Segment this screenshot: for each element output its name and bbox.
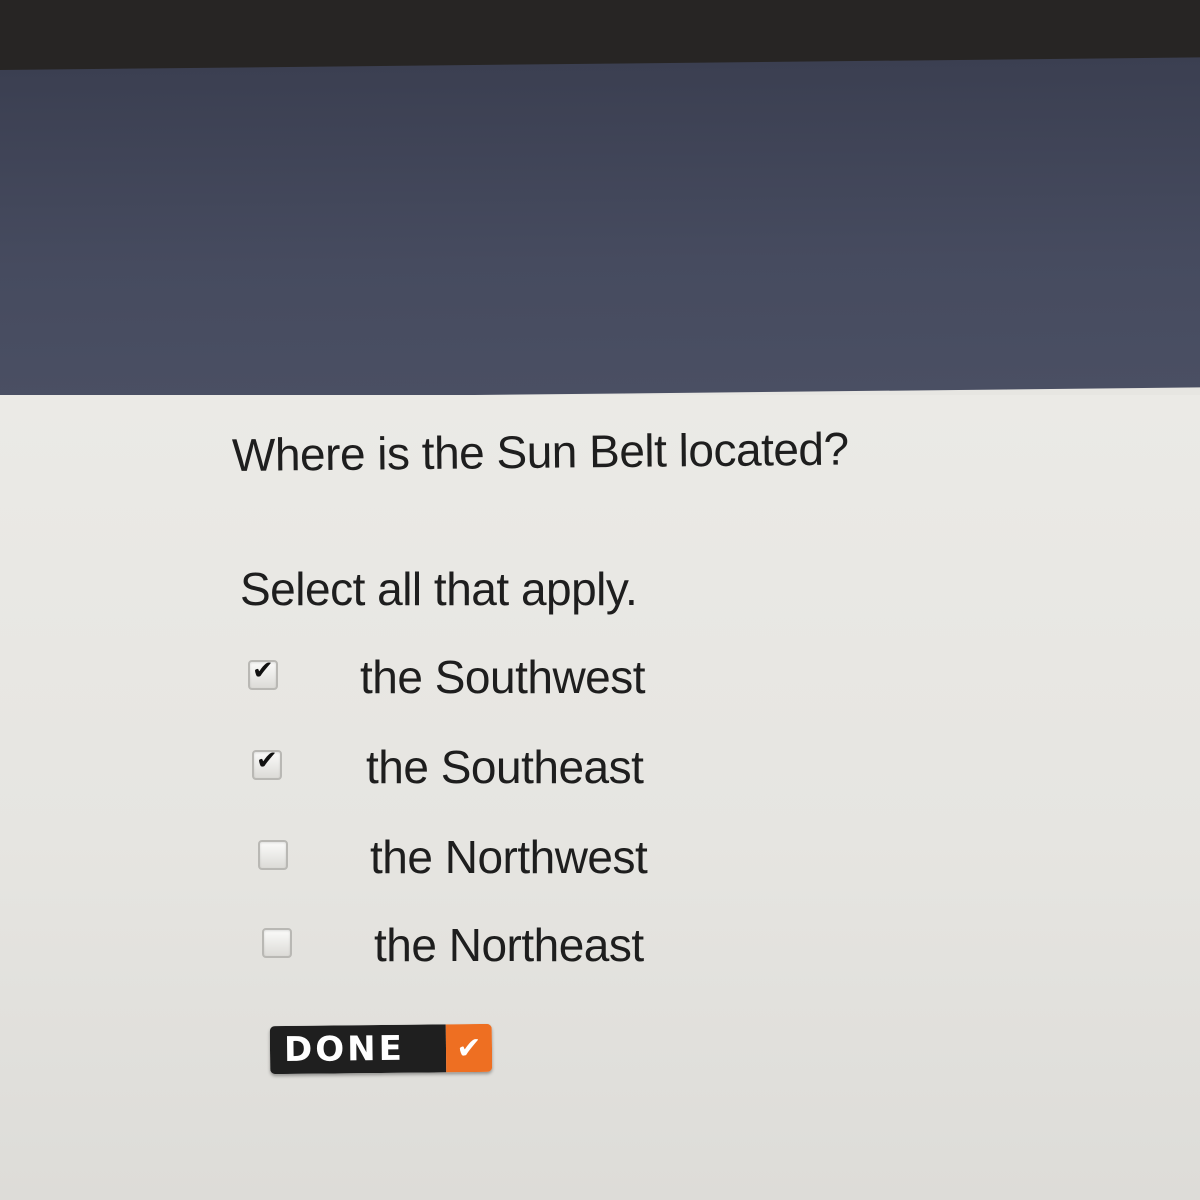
question-panel xyxy=(0,395,1200,1200)
checkbox-northeast[interactable] xyxy=(262,928,292,958)
option-label: the Northwest xyxy=(370,831,648,883)
checkmark-icon: ✔ xyxy=(252,656,274,686)
header-band xyxy=(0,57,1200,401)
option-southwest[interactable]: ✔ the Southwest xyxy=(248,650,688,703)
screen: Where is the Sun Belt located? Select al… xyxy=(0,0,1200,1200)
checkbox-southeast[interactable]: ✔ xyxy=(252,746,282,780)
checkbox-northwest[interactable] xyxy=(258,840,288,870)
done-button[interactable]: DONE ✔ xyxy=(269,1023,493,1075)
question-instruction: Select all that apply. xyxy=(240,563,638,615)
checkmark-icon: ✔ xyxy=(256,746,278,776)
checkbox-southwest[interactable]: ✔ xyxy=(248,656,278,690)
option-label: the Southeast xyxy=(366,741,644,793)
option-label: the Southwest xyxy=(360,651,646,703)
option-northwest[interactable]: the Northwest xyxy=(258,830,688,883)
option-label: the Northeast xyxy=(374,919,644,971)
done-button-label: DONE xyxy=(269,1024,447,1075)
option-northeast[interactable]: the Northeast xyxy=(262,918,682,971)
option-southeast[interactable]: ✔ the Southeast xyxy=(252,740,682,793)
question-prompt: Where is the Sun Belt located? xyxy=(231,422,849,481)
checkmark-icon: ✔ xyxy=(445,1023,493,1073)
